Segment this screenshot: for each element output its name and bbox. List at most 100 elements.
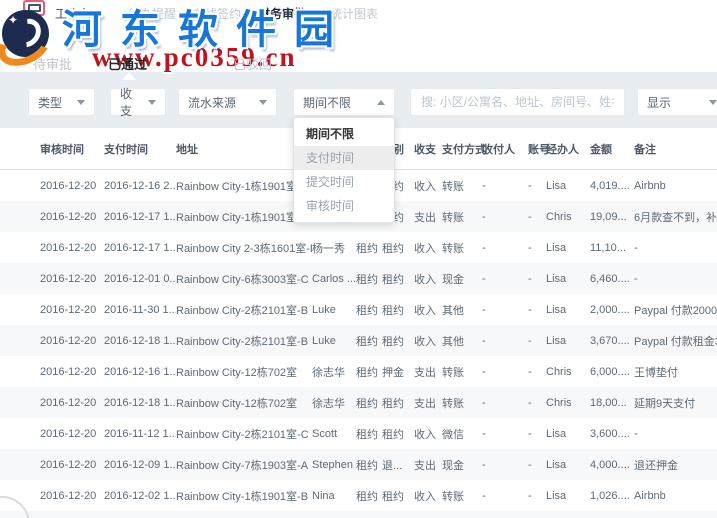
cell-inout: 支出 (414, 395, 442, 411)
cell-audit-time: 2016-12-20 (40, 180, 104, 192)
menu-item-period-unlimited[interactable]: 期间不限 (294, 122, 394, 146)
cell-pay-time: 2016-12-01 0... (104, 273, 176, 285)
cell-amount: 11,10... (590, 242, 634, 254)
cell-type: 租约 (356, 302, 382, 318)
inout-select-label: 收支 (120, 85, 142, 119)
cell-audit-time: 2016-12-20 (40, 490, 104, 502)
cell-type: 租约 (356, 395, 382, 411)
cell-handler: Chris (546, 211, 590, 223)
nav-item-reminders[interactable]: 待办提醒 (128, 5, 176, 22)
nav-item-workbench[interactable]: 工作台 (55, 5, 91, 22)
period-select[interactable]: 期间不限 (293, 88, 395, 116)
col-header-account: 账号 (528, 141, 546, 157)
tab-pending[interactable]: 待审批 (33, 54, 72, 73)
table-row[interactable]: 2016-12-202016-12-16 1...Rainbow City-12… (0, 356, 717, 387)
cell-address: Rainbow City-1栋1901室-B (176, 488, 312, 504)
cell-address: Rainbow City-2栋2101室-B (176, 333, 312, 349)
table-row[interactable]: 2016-12-202016-12-17 1...Rainbow City 2-… (0, 232, 717, 263)
cell-address: Rainbow City-1栋1901室 (176, 209, 312, 225)
cell-inout: 支出 (414, 457, 442, 473)
cell-inout: 收入 (414, 426, 442, 442)
cell-pay-time: 2016-12-17 1... (104, 211, 176, 223)
cell-inout: 收入 (414, 271, 442, 287)
cell-inout: 收入 (414, 302, 442, 318)
cell-payee: - (482, 180, 528, 192)
cell-audit-time: 2016-12-20 (40, 397, 104, 409)
cell-account: - (528, 428, 546, 440)
cell-amount: 4,019.... (590, 180, 634, 192)
table-row[interactable]: 2016-12-202016-12-18 1...Rainbow City-2栋… (0, 325, 717, 356)
cell-type: 租约 (356, 364, 382, 380)
cell-audit-time: 2016-12-20 (40, 304, 104, 316)
table-row[interactable]: 2016-12-202016-12-02 1...Rainbow City-1栋… (0, 480, 717, 511)
cell-payee: - (482, 242, 528, 254)
cell-pay-method: 转账 (442, 395, 482, 411)
cell-account: - (528, 273, 546, 285)
cell-account: - (528, 211, 546, 223)
nav-item-statistics[interactable]: 统计图表 (330, 5, 378, 22)
tab-approved[interactable]: 已通过 (108, 54, 147, 73)
table-row[interactable]: 2016-12-202016-11-12 1...Rainbow City-2栋… (0, 418, 717, 449)
search-input[interactable] (410, 88, 625, 116)
period-dropdown-menu: 期间不限 支付时间 提交时间 审核时间 (293, 117, 395, 223)
cell-pay-method: 转账 (442, 209, 482, 225)
cell-pay-time: 2016-12-16 2... (104, 180, 176, 192)
cell-pay-method: 转账 (442, 488, 482, 504)
cell-category: 押金 (382, 364, 414, 380)
cell-audit-time: 2016-12-20 (40, 459, 104, 471)
cell-amount: 6,000.... (590, 366, 634, 378)
cell-inout: 支出 (414, 364, 442, 380)
type-select[interactable]: 类型 (28, 88, 95, 116)
col-header-audit-time: 审核时间 (40, 141, 104, 157)
inout-select[interactable]: 收支 (110, 88, 166, 116)
cell-type: 租约 (356, 333, 382, 349)
cell-name: Luke (312, 335, 356, 347)
cell-remark: Airbnb (634, 490, 717, 502)
table-row-partial (0, 511, 717, 518)
chevron-down-icon (77, 100, 85, 105)
period-select-label: 期间不限 (303, 94, 351, 111)
type-select-label: 类型 (38, 94, 62, 111)
table-row[interactable]: 2016-12-202016-12-18 1...Rainbow City-12… (0, 387, 717, 418)
cell-payee: - (482, 304, 528, 316)
cell-pay-method: 其他 (442, 333, 482, 349)
display-select[interactable]: 显示 (637, 88, 717, 116)
cell-pay-method: 转账 (442, 240, 482, 256)
cell-category: 租约 (382, 488, 414, 504)
chevron-up-icon (377, 100, 385, 105)
cell-name: Stephen (312, 459, 356, 471)
menu-item-payment-time[interactable]: 支付时间 (294, 146, 394, 170)
cell-pay-time: 2016-12-18 1... (104, 335, 176, 347)
active-tab-caret (122, 72, 136, 80)
cell-pay-time: 2016-12-16 1... (104, 366, 176, 378)
cell-account: - (528, 335, 546, 347)
cell-address: Rainbow City-2栋2101室-C (176, 426, 312, 442)
cell-amount: 3,600.... (590, 428, 634, 440)
cell-payee: - (482, 211, 528, 223)
cell-pay-method: 其他 (442, 302, 482, 318)
cell-pay-method: 微信 (442, 426, 482, 442)
cell-audit-time: 2016-12-20 (40, 242, 104, 254)
cell-pay-method: 转账 (442, 178, 482, 194)
monitor-icon (28, 4, 41, 12)
cell-category: 租约 (382, 333, 414, 349)
cell-address: Rainbow City 2-3栋1601室-B (176, 240, 312, 256)
cell-account: - (528, 180, 546, 192)
cell-payee: - (482, 335, 528, 347)
menu-item-submit-time[interactable]: 提交时间 (294, 170, 394, 194)
source-select[interactable]: 流水来源 (178, 88, 277, 116)
status-tabs: 待审批 已通过 已驳回 (0, 52, 717, 72)
cell-account: - (528, 490, 546, 502)
nav-item-signing[interactable]: 在线签约 (193, 5, 241, 22)
cell-audit-time: 2016-12-20 (40, 428, 104, 440)
nav-item-finance[interactable]: 财务审批 (258, 5, 306, 22)
table-row[interactable]: 2016-12-202016-12-01 0...Rainbow City-6栋… (0, 263, 717, 294)
cell-account: - (528, 459, 546, 471)
table-row[interactable]: 2016-12-202016-12-09 1...Rainbow City-7栋… (0, 449, 717, 480)
col-header-address: 地址 (176, 141, 312, 157)
menu-item-audit-time[interactable]: 审核时间 (294, 194, 394, 218)
cell-name: 徐志华 (312, 364, 356, 380)
table-row[interactable]: 2016-12-202016-11-30 1...Rainbow City-2栋… (0, 294, 717, 325)
cell-inout: 收入 (414, 488, 442, 504)
tab-rejected[interactable]: 已驳回 (233, 54, 272, 73)
